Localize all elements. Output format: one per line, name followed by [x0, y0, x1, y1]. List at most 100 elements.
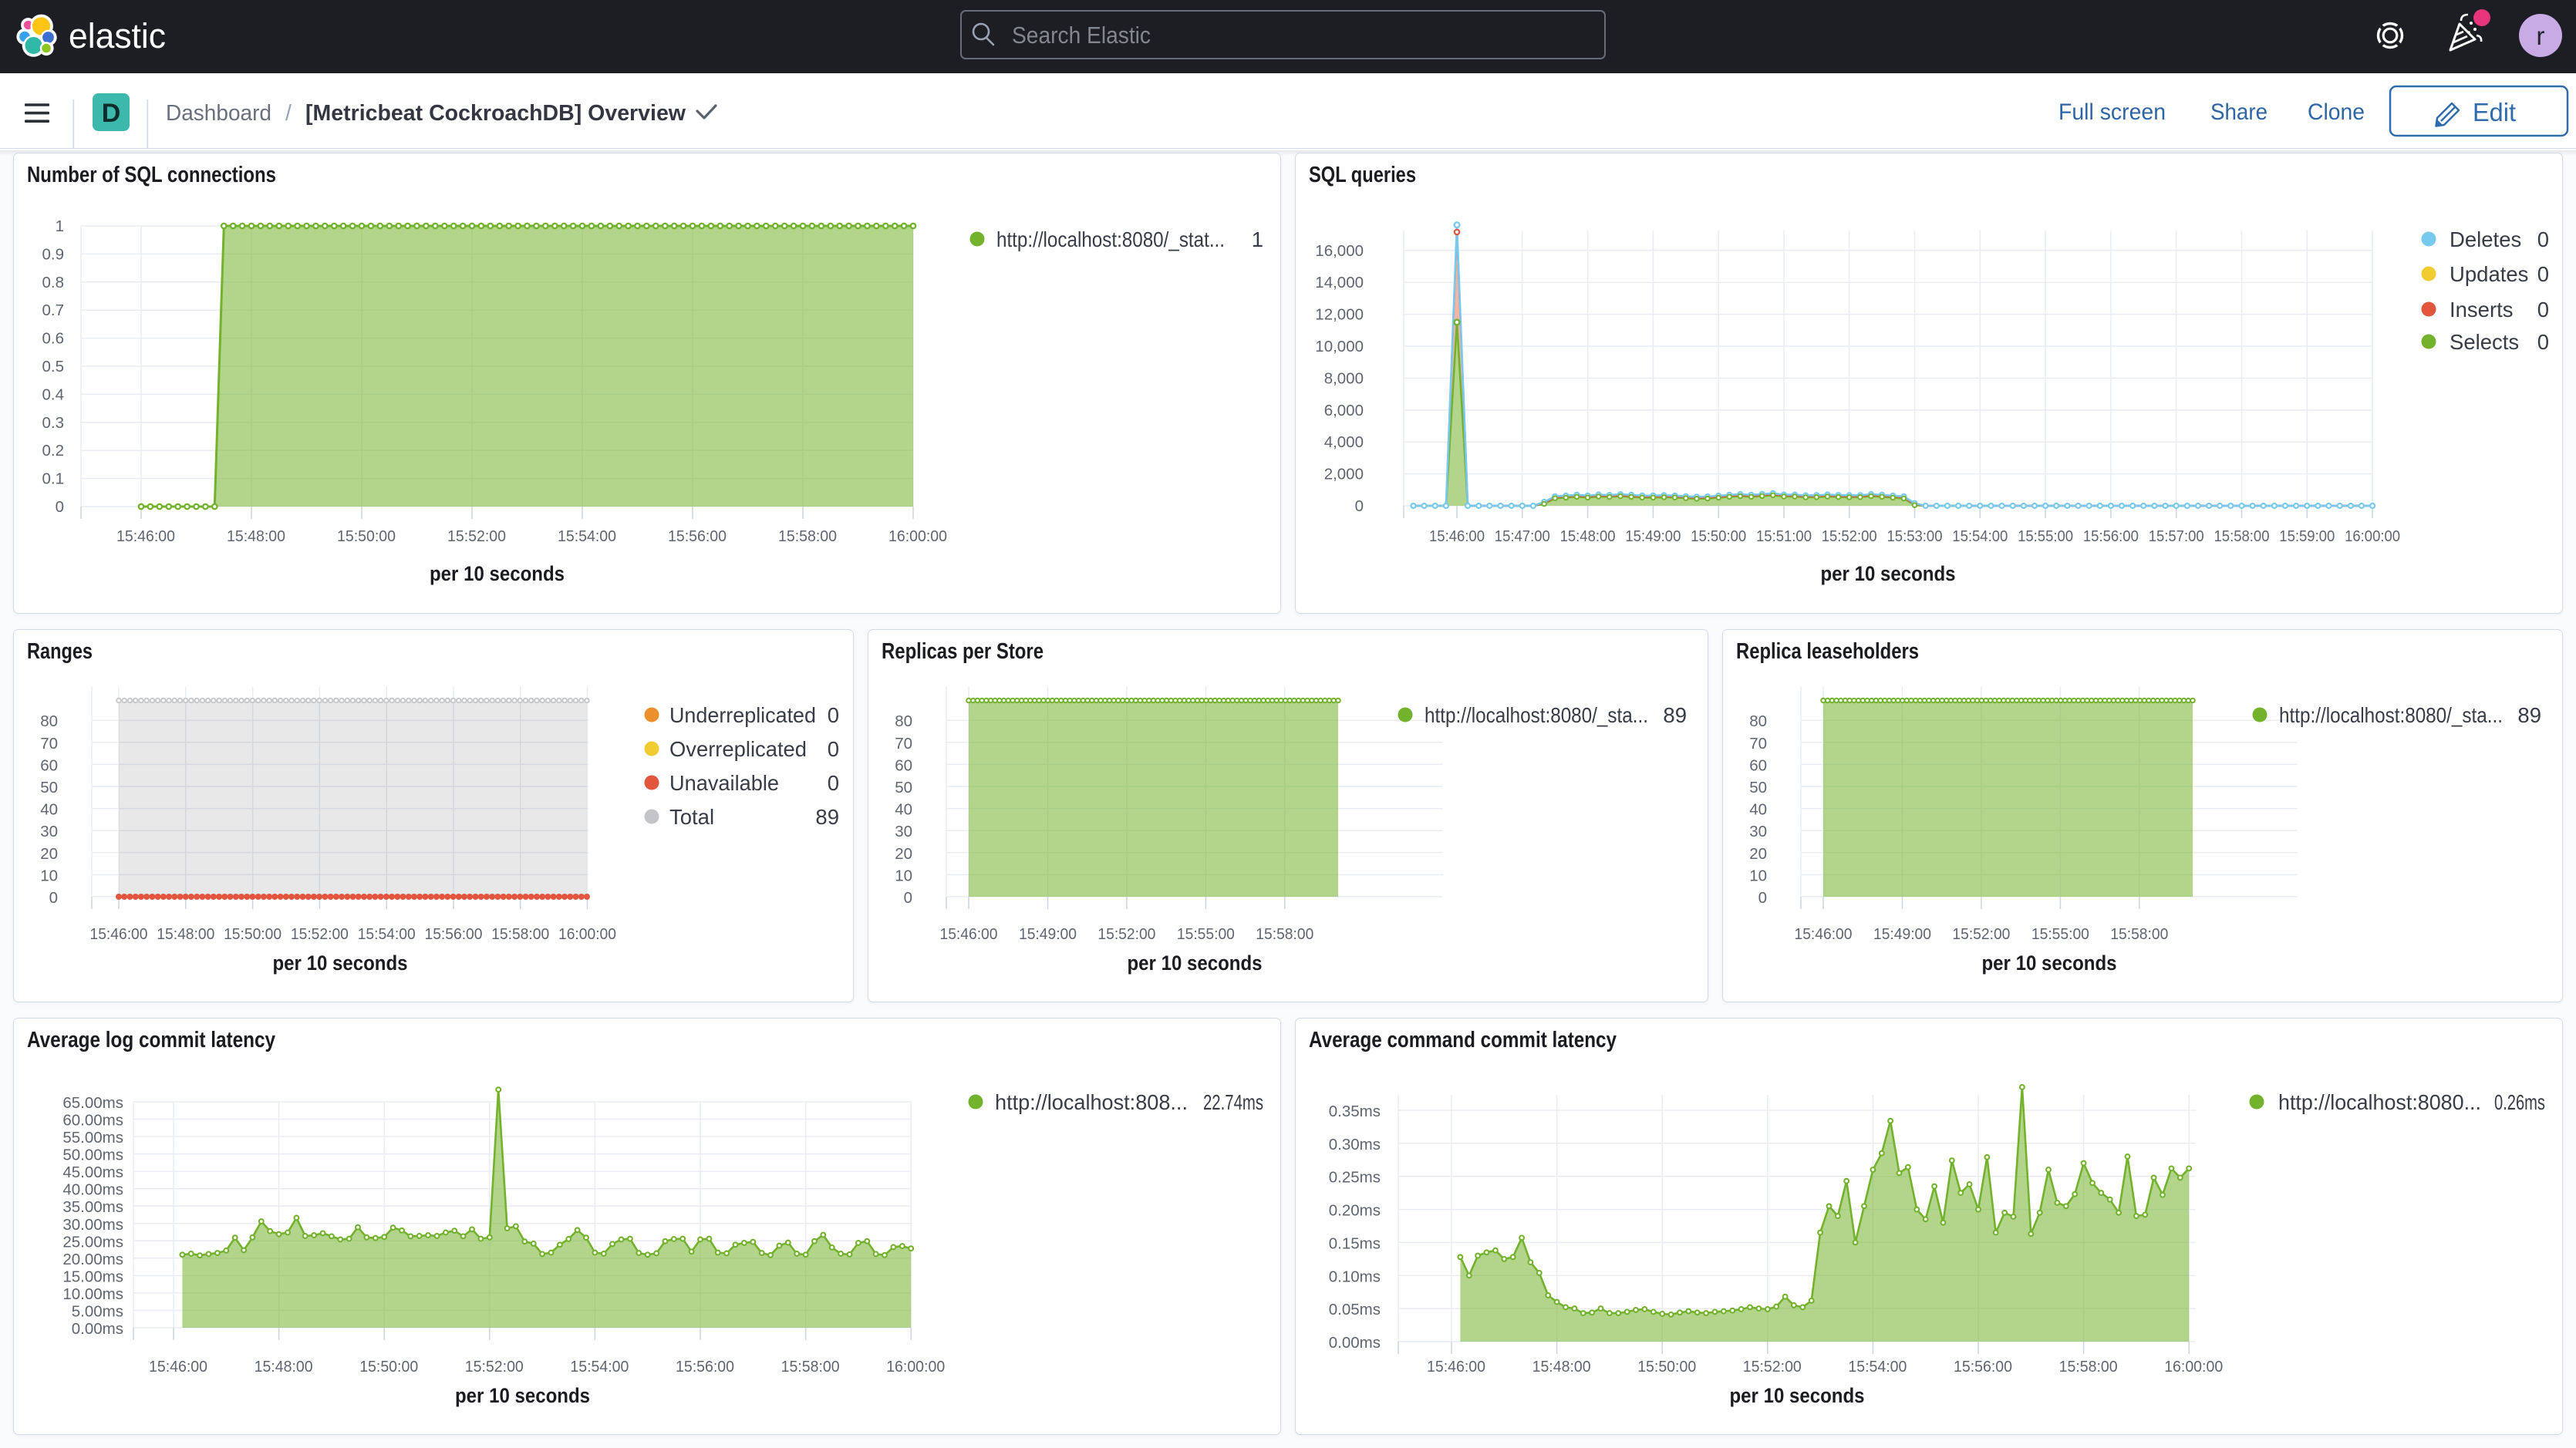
svg-text:60.00ms: 60.00ms	[62, 1112, 123, 1130]
svg-text:15:46:00: 15:46:00	[1427, 1358, 1485, 1376]
svg-text:15:49:00: 15:49:00	[1625, 527, 1681, 545]
svg-text:per 10 seconds: per 10 seconds	[1982, 951, 2117, 975]
svg-text:15:46:00: 15:46:00	[1795, 925, 1853, 943]
svg-text:15:58:00: 15:58:00	[1256, 925, 1313, 943]
svg-text:15:48:00: 15:48:00	[1560, 527, 1616, 545]
svg-text:0.6: 0.6	[42, 330, 65, 348]
svg-text:D: D	[102, 99, 121, 128]
svg-text:15:52:00: 15:52:00	[1097, 925, 1155, 943]
svg-text:80: 80	[1749, 712, 1767, 730]
svg-text:0: 0	[2537, 298, 2549, 322]
svg-text:15:50:00: 15:50:00	[1691, 527, 1746, 545]
svg-text:15:54:00: 15:54:00	[358, 925, 416, 943]
svg-text:0.00ms: 0.00ms	[72, 1320, 123, 1338]
svg-text:15:55:00: 15:55:00	[2018, 527, 2073, 545]
svg-text:Dashboard: Dashboard	[166, 101, 271, 126]
svg-text:0.35ms: 0.35ms	[1329, 1103, 1381, 1120]
svg-text:0: 0	[904, 889, 912, 907]
svg-text:per 10 seconds: per 10 seconds	[455, 1384, 590, 1407]
svg-text:15:56:00: 15:56:00	[1954, 1358, 2012, 1376]
svg-text:15:53:00: 15:53:00	[1887, 527, 1943, 545]
svg-text:10: 10	[40, 867, 58, 884]
svg-text:elastic: elastic	[69, 16, 166, 56]
svg-text:0: 0	[1355, 497, 1364, 515]
svg-text:0.4: 0.4	[42, 386, 65, 403]
svg-text:Average log commit latency: Average log commit latency	[27, 1028, 275, 1052]
svg-text:30: 30	[895, 823, 912, 840]
svg-text:Full screen: Full screen	[2058, 99, 2166, 125]
svg-text:per 10 seconds: per 10 seconds	[273, 951, 408, 975]
svg-text:0: 0	[828, 737, 839, 761]
svg-text:15:52:00: 15:52:00	[291, 925, 349, 943]
svg-text:50: 50	[895, 779, 912, 796]
svg-text:15:46:00: 15:46:00	[149, 1358, 207, 1376]
svg-text:4,000: 4,000	[1324, 433, 1364, 451]
svg-text:Replica leaseholders: Replica leaseholders	[1736, 639, 1919, 664]
svg-text:Search Elastic: Search Elastic	[1012, 22, 1151, 49]
svg-text:60: 60	[1749, 756, 1767, 774]
svg-text:16:00:00: 16:00:00	[886, 1358, 945, 1376]
svg-text:0.9: 0.9	[42, 245, 65, 263]
svg-text:5.00ms: 5.00ms	[72, 1303, 123, 1321]
svg-text:70: 70	[40, 735, 58, 753]
svg-text:Ranges: Ranges	[27, 639, 93, 664]
svg-text:15:46:00: 15:46:00	[90, 925, 148, 943]
svg-text:40: 40	[895, 801, 912, 819]
svg-text:0.10ms: 0.10ms	[1329, 1268, 1381, 1285]
svg-text:0.1: 0.1	[42, 470, 65, 488]
svg-text:Underreplicated: Underreplicated	[669, 703, 816, 727]
svg-text:65.00ms: 65.00ms	[62, 1094, 123, 1112]
svg-text:15:58:00: 15:58:00	[2059, 1358, 2118, 1376]
svg-text:per 10 seconds: per 10 seconds	[1730, 1384, 1865, 1407]
svg-text:per 10 seconds: per 10 seconds	[1821, 562, 1956, 585]
svg-text:Clone: Clone	[2308, 99, 2365, 125]
svg-text:10: 10	[895, 867, 912, 884]
svg-text:0.3: 0.3	[42, 414, 65, 432]
svg-text:Replicas per Store: Replicas per Store	[882, 639, 1044, 664]
svg-text:15:49:00: 15:49:00	[1873, 925, 1931, 943]
svg-text:Deletes: Deletes	[2450, 227, 2521, 251]
svg-text:0: 0	[56, 498, 64, 516]
svg-text:15:52:00: 15:52:00	[1952, 925, 2010, 943]
svg-text:Number of SQL connections: Number of SQL connections	[27, 163, 276, 187]
svg-text:0: 0	[828, 771, 839, 795]
svg-text:[Metricbeat CockroachDB] Overv: [Metricbeat CockroachDB] Overview	[305, 101, 686, 126]
svg-text:Share: Share	[2210, 99, 2267, 125]
svg-text:15:58:00: 15:58:00	[2110, 925, 2168, 943]
svg-text:per 10 seconds: per 10 seconds	[1128, 951, 1263, 975]
svg-text:Average command commit latency: Average command commit latency	[1309, 1028, 1617, 1052]
svg-text:0: 0	[49, 889, 58, 907]
svg-text:10.00ms: 10.00ms	[62, 1285, 123, 1303]
svg-text:15:51:00: 15:51:00	[1756, 527, 1812, 545]
svg-text:10,000: 10,000	[1315, 338, 1364, 355]
svg-text:Edit: Edit	[2473, 98, 2516, 126]
svg-text:http://localhost:8080...: http://localhost:8080...	[2278, 1090, 2481, 1114]
svg-text:15:50:00: 15:50:00	[337, 527, 396, 545]
svg-text:15:50:00: 15:50:00	[359, 1358, 418, 1376]
svg-text:40: 40	[1749, 801, 1767, 819]
svg-text:1: 1	[1252, 227, 1263, 251]
svg-text:0.5: 0.5	[42, 358, 65, 375]
svg-text:16:00:00: 16:00:00	[558, 925, 616, 943]
svg-text:15:56:00: 15:56:00	[668, 527, 727, 545]
svg-text:r: r	[2537, 22, 2545, 50]
svg-text:http://localhost:8080/_stat...: http://localhost:8080/_stat...	[996, 227, 1225, 251]
svg-text:55.00ms: 55.00ms	[62, 1129, 123, 1147]
svg-text:Selects: Selects	[2450, 330, 2519, 354]
svg-text:50.00ms: 50.00ms	[62, 1147, 123, 1164]
svg-text:16:00:00: 16:00:00	[2345, 527, 2400, 545]
svg-text:http://localhost:8080/_sta...: http://localhost:8080/_sta...	[1425, 703, 1648, 727]
svg-text:30: 30	[40, 823, 58, 840]
svg-text:70: 70	[1749, 735, 1767, 753]
svg-text:15:56:00: 15:56:00	[425, 925, 483, 943]
svg-text:15:52:00: 15:52:00	[1822, 527, 1877, 545]
svg-text:Updates: Updates	[2450, 262, 2528, 286]
svg-text:15:48:00: 15:48:00	[1532, 1358, 1591, 1376]
svg-text:15:54:00: 15:54:00	[1848, 1358, 1907, 1376]
svg-text:15:46:00: 15:46:00	[1429, 527, 1485, 545]
svg-text:35.00ms: 35.00ms	[62, 1198, 123, 1216]
svg-text:15:48:00: 15:48:00	[227, 527, 285, 545]
svg-text:http://localhost:808...: http://localhost:808...	[995, 1090, 1188, 1114]
svg-text:10: 10	[1749, 867, 1767, 884]
svg-text:8,000: 8,000	[1324, 369, 1364, 387]
